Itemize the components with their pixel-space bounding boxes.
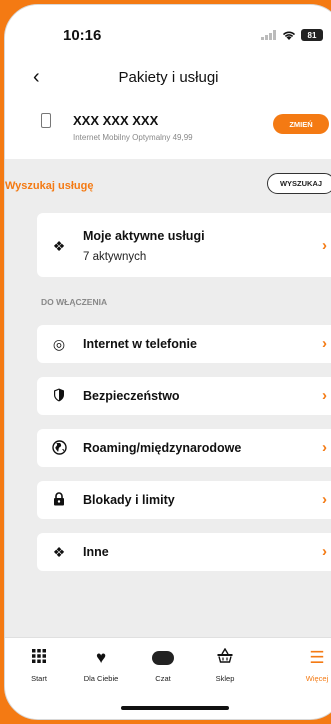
tab-label: Dla Ciebie <box>83 674 119 683</box>
change-button[interactable]: ZMIEŃ <box>273 114 329 134</box>
chevron-right-icon: › <box>322 543 327 560</box>
status-icons: 81 <box>261 29 323 41</box>
tab-label: Czat <box>155 674 171 683</box>
chevron-right-icon: › <box>322 491 327 508</box>
chevron-right-icon: › <box>322 237 327 254</box>
service-item-label: Internet w telefonie <box>83 337 197 351</box>
account-card: XXX XXX XXX Internet Mobilny Optymalny 4… <box>5 99 331 159</box>
tab-start[interactable]: Start <box>9 648 69 683</box>
home-indicator <box>121 706 229 710</box>
tickets-icon: ❖ <box>52 238 66 254</box>
service-item-label: Roaming/międzynarodowe <box>83 441 242 455</box>
status-bar: 10:16 81 <box>5 5 331 57</box>
chevron-right-icon: › <box>322 439 327 456</box>
service-item-internet[interactable]: ◎ Internet w telefonie › <box>37 325 331 363</box>
account-plan: Internet Mobilny Optymalny 49,99 <box>73 133 193 142</box>
page-title: Pakiety i usługi <box>118 69 219 86</box>
account-number: XXX XXX XXX <box>73 113 159 128</box>
grid-svg <box>32 649 46 663</box>
chat-icon <box>133 648 193 668</box>
service-item-label: Bezpieczeństwo <box>83 389 180 403</box>
phone-screen: 10:16 81 ‹ Pakiety i usługi XXX XXX XXX … <box>4 4 331 720</box>
search-button[interactable]: WYSZUKAJ <box>267 173 331 194</box>
header: ‹ Pakiety i usługi <box>5 57 331 99</box>
tab-for-you[interactable]: ♥ Dla Ciebie <box>71 648 131 683</box>
active-services-count: 7 aktywnych <box>83 251 147 263</box>
service-item-blocks[interactable]: Blokady i limity › <box>37 481 331 519</box>
tickets-icon: ❖ <box>52 544 66 560</box>
shield-icon <box>51 388 67 405</box>
tab-chat[interactable]: Czat <box>133 648 193 683</box>
basket-icon <box>195 647 255 668</box>
phone-icon <box>41 113 51 128</box>
earth-svg <box>51 440 67 455</box>
tab-label: Sklep <box>215 674 235 683</box>
active-services-title: Moje aktywne usługi <box>83 229 205 243</box>
search-label: Wyszukaj usługę <box>5 180 94 192</box>
service-item-label: Inne <box>83 545 109 559</box>
globe-icon: ◎ <box>52 336 66 352</box>
tab-bar: Start ♥ Dla Ciebie Czat Sklep ☰ Więcej <box>5 637 331 719</box>
section-title: DO WŁĄCZENIA <box>41 297 108 307</box>
signal-icon <box>261 30 276 40</box>
chevron-right-icon: › <box>322 387 327 404</box>
battery-icon: 81 <box>301 29 323 41</box>
tab-shop[interactable]: Sklep <box>195 647 255 683</box>
heart-icon: ♥ <box>95 648 107 667</box>
tab-label: Więcej <box>305 674 329 683</box>
menu-icon: ☰ <box>309 648 325 667</box>
status-time: 10:16 <box>63 27 102 44</box>
service-item-other[interactable]: ❖ Inne › <box>37 533 331 571</box>
chevron-right-icon: › <box>322 335 327 352</box>
earth-icon <box>51 440 67 458</box>
basket-svg <box>217 647 233 663</box>
shield-svg <box>54 388 64 402</box>
tab-label: Start <box>31 674 47 683</box>
tab-more[interactable]: ☰ Więcej <box>287 648 331 683</box>
service-item-roaming[interactable]: Roaming/międzynarodowe › <box>37 429 331 467</box>
service-item-label: Blokady i limity <box>83 493 175 507</box>
service-item-security[interactable]: Bezpieczeństwo › <box>37 377 331 415</box>
active-services-card[interactable]: ❖ Moje aktywne usługi 7 aktywnych › <box>37 213 331 277</box>
grid-icon <box>9 648 69 668</box>
wifi-icon <box>282 31 296 40</box>
lock-svg <box>54 492 64 506</box>
lock-icon <box>51 492 67 509</box>
